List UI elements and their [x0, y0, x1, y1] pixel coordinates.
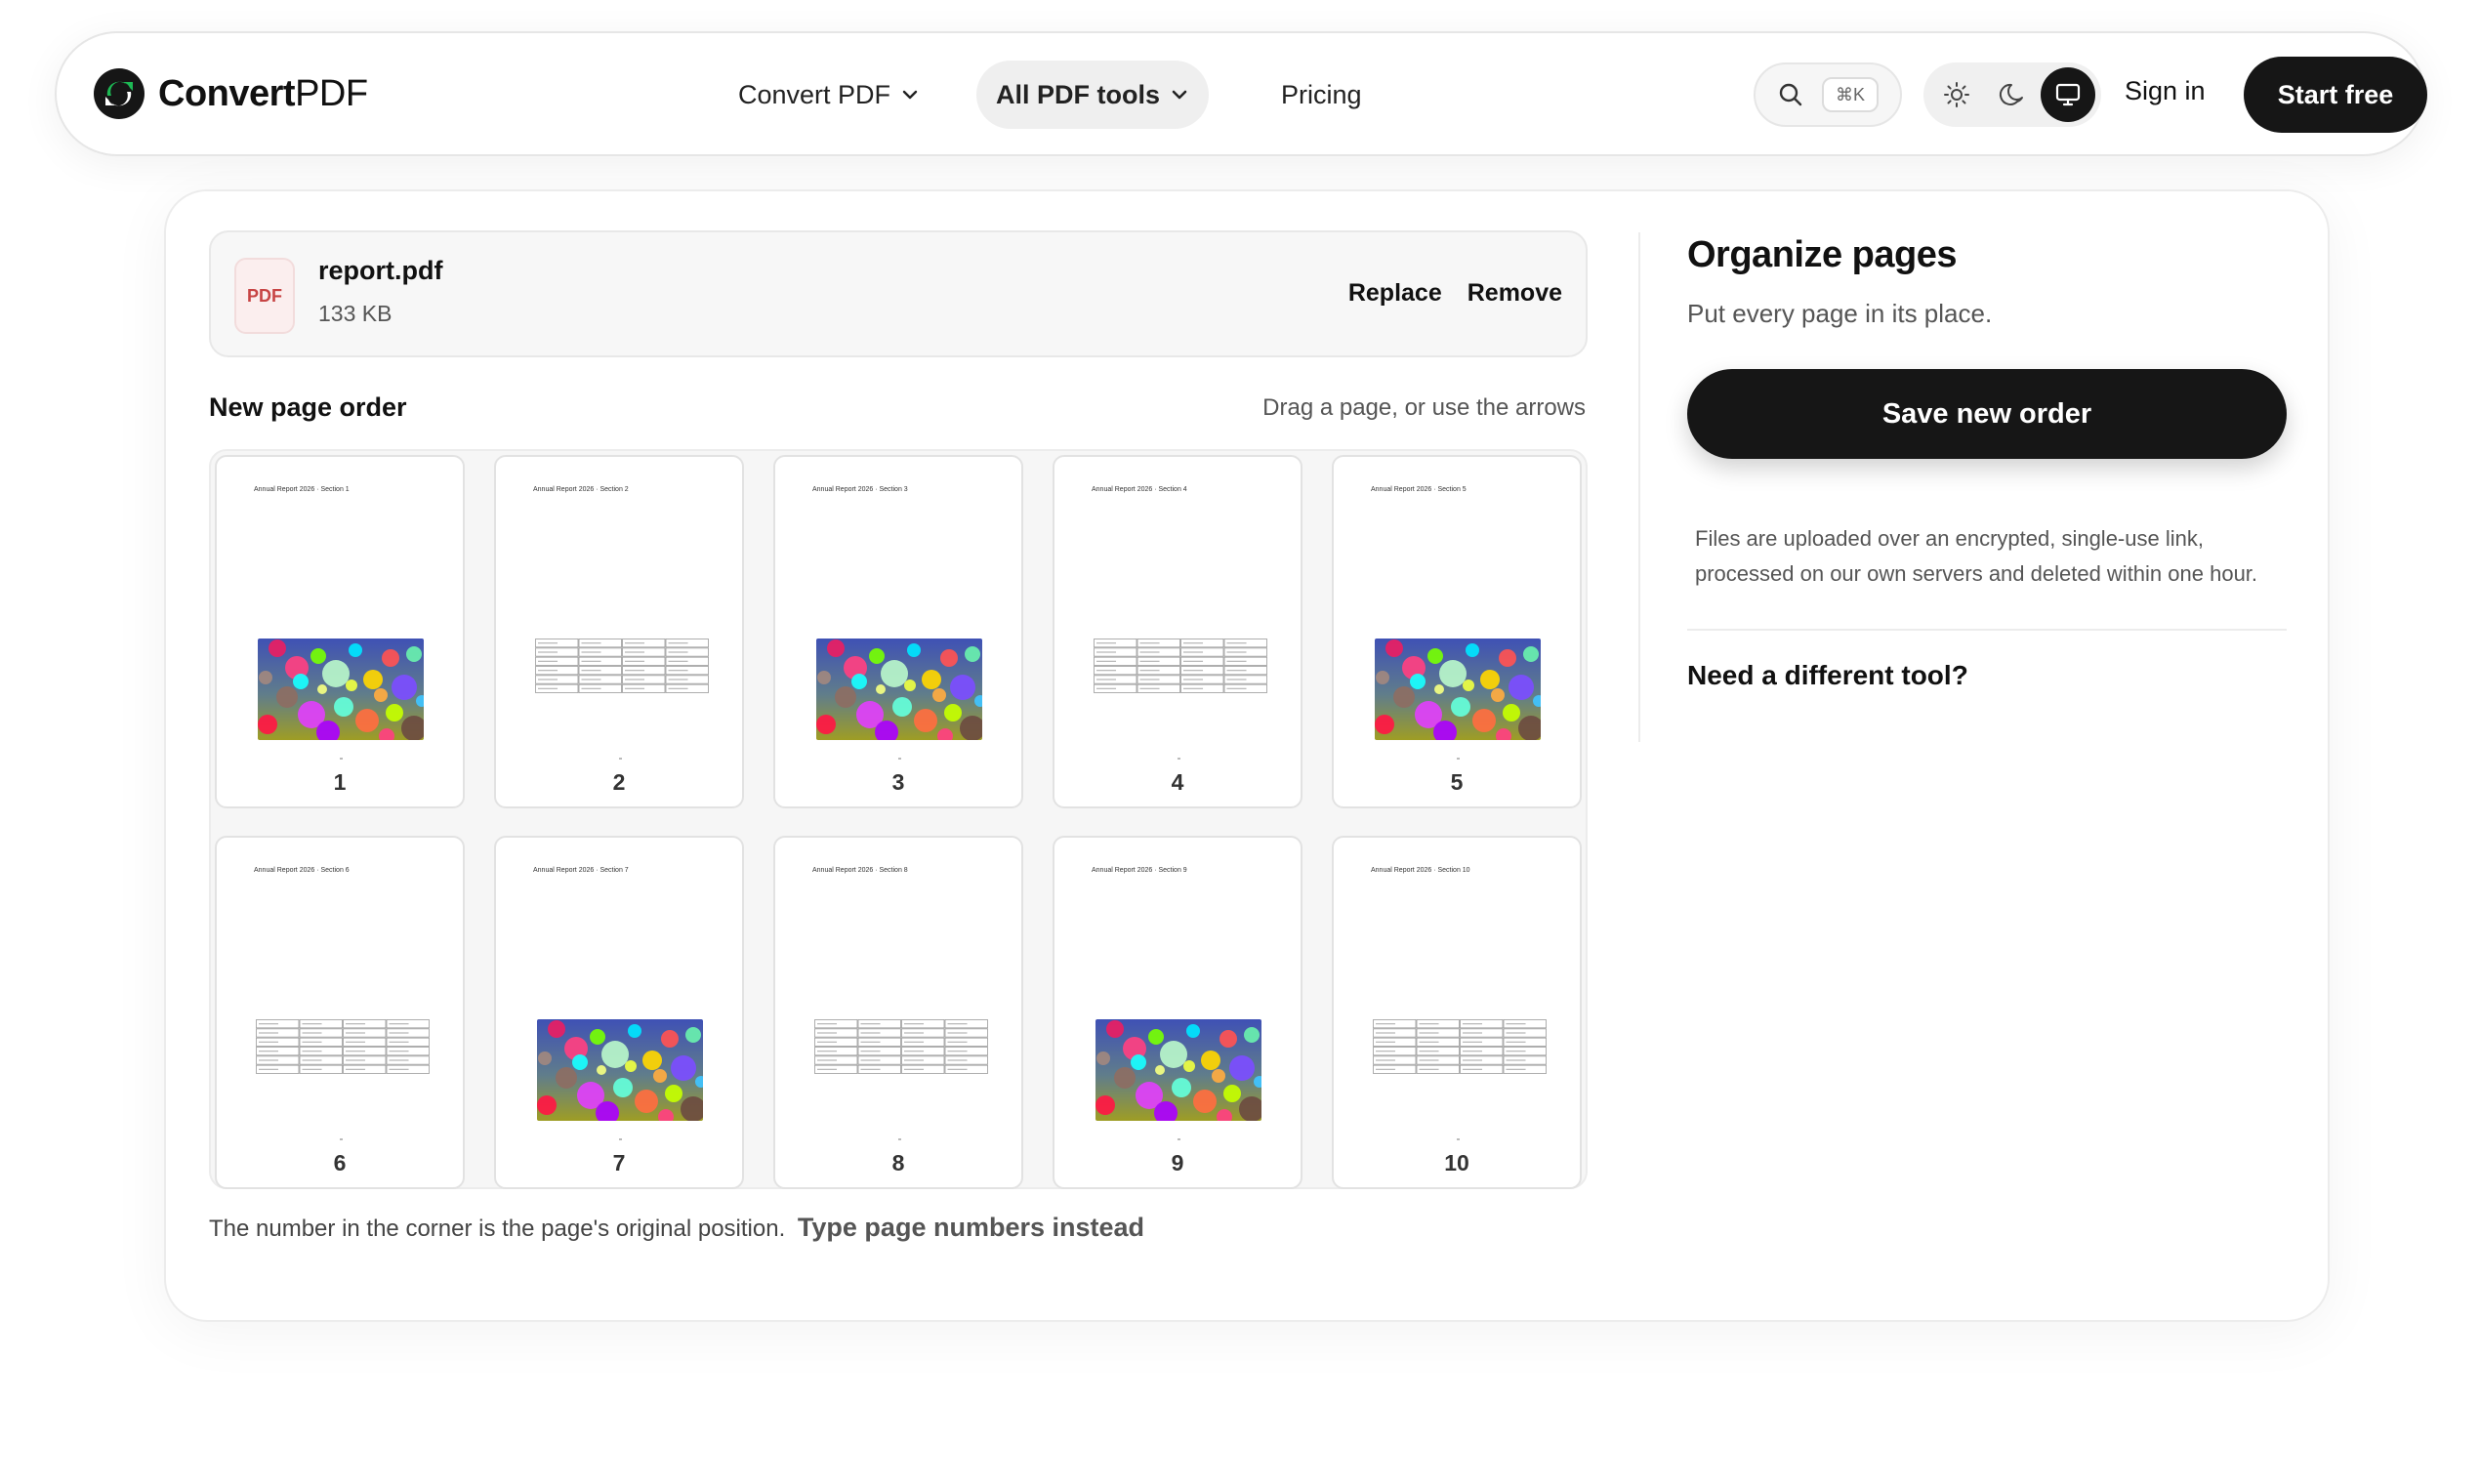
page-original-number: 2 — [612, 769, 626, 795]
pdf-file-icon: PDF — [234, 258, 295, 334]
page-original-number: 10 — [1444, 1150, 1469, 1175]
page-header-text: Annual Report 2026 · Section 9 — [1092, 867, 1187, 874]
tool-title: Organize pages — [1687, 234, 1957, 275]
chevron-down-icon — [1172, 90, 1187, 100]
page-thumbnail[interactable]: Annual Report 2026 · Section 2 2 — [494, 455, 744, 808]
page-original-number: 1 — [333, 769, 347, 795]
page-order-title: New page order — [209, 392, 407, 422]
page-thumbnail[interactable]: Annual Report 2026 · Section 9 9 — [1053, 836, 1302, 1189]
page-footer-mark — [340, 758, 343, 760]
page-table-thumbnail — [1094, 639, 1267, 693]
page-thumbnail[interactable]: Annual Report 2026 · Section 3 3 — [773, 455, 1023, 808]
search-icon — [1779, 83, 1802, 106]
page-thumbnail[interactable]: Annual Report 2026 · Section 1 1 — [215, 455, 465, 808]
search-button[interactable]: ⌘K — [1754, 62, 1902, 127]
page-image-thumbnail — [537, 1019, 703, 1121]
page-thumbnail[interactable]: Annual Report 2026 · Section 8 8 — [773, 836, 1023, 1189]
theme-switcher — [1923, 62, 2101, 127]
page-original-number: 4 — [1171, 769, 1184, 795]
start-free-button[interactable]: Start free — [2244, 57, 2427, 133]
page-footer-mark — [1457, 1138, 1460, 1140]
remove-button[interactable]: Remove — [1467, 279, 1562, 308]
file-info: PDF report.pdf 133 KB Replace Remove — [209, 230, 1588, 357]
page-table-thumbnail — [1373, 1019, 1547, 1074]
monitor-icon — [2055, 83, 2081, 106]
page-footer-mark — [1178, 1138, 1180, 1140]
theme-dark-button[interactable] — [1985, 67, 2040, 122]
page-original-number: 8 — [891, 1150, 905, 1175]
page-thumbnail[interactable]: Annual Report 2026 · Section 7 7 — [494, 836, 744, 1189]
page-image-thumbnail — [816, 639, 982, 740]
top-navigation: ConvertPDF Convert PDF All PDF tools Pri… — [55, 31, 2427, 156]
horizontal-divider — [1687, 629, 2287, 631]
page-original-number: 5 — [1450, 769, 1464, 795]
nav-all-pdf-tools[interactable]: All PDF tools — [976, 61, 1210, 129]
page-footer-mark — [898, 758, 901, 760]
page-header-text: Annual Report 2026 · Section 1 — [254, 486, 350, 493]
page-image-thumbnail — [1095, 1019, 1261, 1121]
replace-button[interactable]: Replace — [1348, 279, 1442, 308]
chevron-down-icon — [902, 90, 918, 100]
page-table-thumbnail — [535, 639, 709, 693]
page-header-text: Annual Report 2026 · Section 7 — [533, 867, 629, 874]
moon-icon — [1999, 83, 2023, 105]
nav-all-pdf-tools-label: All PDF tools — [996, 79, 1161, 109]
nav-pricing-label: Pricing — [1281, 79, 1362, 109]
nav-pricing[interactable]: Pricing — [1263, 61, 1380, 129]
page-order-hint: Drag a page, or use the arrows — [1262, 394, 1586, 421]
page-image-thumbnail — [1375, 639, 1541, 740]
logo-icon — [94, 68, 145, 119]
page-thumbnail[interactable]: Annual Report 2026 · Section 4 4 — [1053, 455, 1302, 808]
page-header-text: Annual Report 2026 · Section 10 — [1371, 867, 1470, 874]
page-header-text: Annual Report 2026 · Section 6 — [254, 867, 350, 874]
file-actions: Replace Remove — [1348, 279, 1562, 308]
need-different-tool-link[interactable]: Need a different tool? — [1687, 660, 1968, 691]
page-footer-mark — [340, 1138, 343, 1140]
page-table-thumbnail — [814, 1019, 988, 1074]
tool-subtitle: Put every page in its place. — [1687, 299, 1993, 328]
page-original-number: 6 — [333, 1150, 347, 1175]
file-size: 133 KB — [318, 301, 393, 326]
file-name: report.pdf — [318, 256, 443, 285]
page-thumbnail[interactable]: Annual Report 2026 · Section 6 6 — [215, 836, 465, 1189]
page-thumbnail[interactable]: Annual Report 2026 · Section 5 5 — [1332, 455, 1582, 808]
page-footer-mark — [619, 758, 622, 760]
nav-convert-pdf[interactable]: Convert PDF — [721, 61, 937, 129]
page-original-number: 3 — [891, 769, 905, 795]
nav-convert-pdf-label: Convert PDF — [738, 79, 891, 109]
vertical-divider — [1638, 232, 1640, 742]
page-image-thumbnail — [258, 639, 424, 740]
page-original-number: 7 — [612, 1150, 626, 1175]
type-page-numbers-link[interactable]: Type page numbers instead — [798, 1213, 1144, 1242]
sun-icon — [1944, 82, 1969, 107]
search-shortcut: ⌘K — [1822, 77, 1880, 112]
page-header-text: Annual Report 2026 · Section 8 — [812, 867, 908, 874]
brand-name: ConvertPDF — [158, 72, 368, 114]
page-footer-mark — [898, 1138, 901, 1140]
page-grid: Annual Report 2026 · Section 1 1 Annual Re… — [209, 449, 1588, 1189]
page-header-text: Annual Report 2026 · Section 5 — [1371, 486, 1467, 493]
page-header-text: Annual Report 2026 · Section 3 — [812, 486, 908, 493]
page-order-note: The number in the corner is the page's o… — [209, 1213, 1144, 1243]
theme-light-button[interactable] — [1929, 67, 1984, 122]
theme-system-button[interactable] — [2041, 67, 2095, 122]
page-original-number: 9 — [1171, 1150, 1184, 1175]
page-header-text: Annual Report 2026 · Section 2 — [533, 486, 629, 493]
page-order-note-text: The number in the corner is the page's o… — [209, 1216, 786, 1242]
privacy-note: Files are uploaded over an encrypted, si… — [1695, 526, 2258, 586]
save-new-order-button[interactable]: Save new order — [1687, 369, 2287, 459]
page-thumbnail[interactable]: Annual Report 2026 · Section 10 10 — [1332, 836, 1582, 1189]
page-table-thumbnail — [256, 1019, 430, 1074]
main-menu: Convert PDF All PDF tools Pricing — [721, 61, 1380, 129]
sign-in-link[interactable]: Sign in — [2125, 76, 2206, 106]
page-footer-mark — [619, 1138, 622, 1140]
page-footer-mark — [1178, 758, 1180, 760]
page-header-text: Annual Report 2026 · Section 4 — [1092, 486, 1187, 493]
page-footer-mark — [1457, 758, 1460, 760]
organize-card: PDF report.pdf 133 KB Replace Remove New… — [164, 189, 2330, 1322]
brand-logo[interactable]: ConvertPDF — [94, 68, 368, 119]
